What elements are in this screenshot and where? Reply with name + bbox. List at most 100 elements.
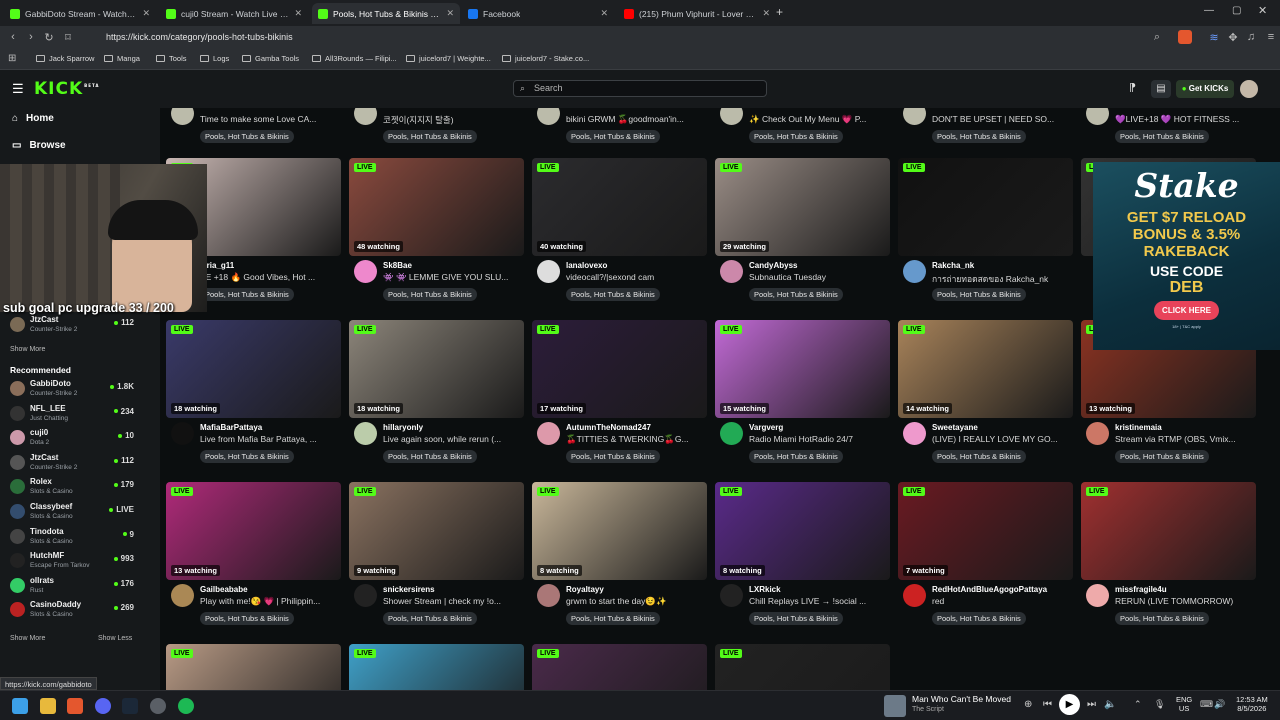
kick-logo[interactable]: KICKBETA xyxy=(34,79,99,99)
bookmark-item[interactable]: juicelord7 - Stake.co... xyxy=(502,54,589,63)
streamer-name[interactable]: hillaryonly xyxy=(383,423,423,432)
stream-thumbnail[interactable]: LIVE 18 watching xyxy=(166,320,341,418)
tab-close-icon[interactable]: ✕ xyxy=(446,8,454,19)
stream-thumbnail[interactable]: LIVE xyxy=(898,158,1073,256)
streamer-avatar[interactable] xyxy=(903,584,926,607)
sidebar-channel[interactable]: HutchMF Escape From Tarkov 993 xyxy=(10,550,134,572)
search-input[interactable]: ⌕ Search xyxy=(513,80,767,97)
category-tag[interactable]: Pools, Hot Tubs & Bikinis xyxy=(200,130,294,143)
show-more-following[interactable]: Show More xyxy=(10,346,45,353)
category-tag[interactable]: Pools, Hot Tubs & Bikinis xyxy=(383,130,477,143)
category-tag[interactable]: Pools, Hot Tubs & Bikinis xyxy=(566,130,660,143)
stream-card[interactable]: LIVE xyxy=(166,644,341,690)
start-icon[interactable] xyxy=(12,698,28,714)
streamer-avatar[interactable] xyxy=(903,260,926,283)
tab-close-icon[interactable]: ✕ xyxy=(600,8,608,19)
stream-thumbnail[interactable]: LIVE 8 watching xyxy=(532,482,707,580)
category-tag[interactable]: Pools, Hot Tubs & Bikinis xyxy=(566,612,660,625)
streamer-avatar[interactable] xyxy=(720,584,743,607)
sidebar-channel[interactable]: JtzCast Counter-Strike 2 112 xyxy=(10,452,134,474)
stream-thumbnail[interactable]: LIVE 7 watching xyxy=(898,482,1073,580)
streamer-name[interactable]: Sweetayane xyxy=(932,423,978,432)
stream-card[interactable]: LIVE missfragile4u RERUN (LIVE TOMMORROW) P… xyxy=(1081,482,1256,642)
inbox-icon[interactable]: ▤ xyxy=(1151,80,1171,98)
stream-card[interactable]: LIVE 14 watching Sweetayane (LIVE) I REALLY… xyxy=(898,320,1073,480)
media-cast-icon[interactable]: ⊕ xyxy=(1024,699,1032,710)
stream-card[interactable]: LIVE xyxy=(349,644,524,690)
stream-card[interactable]: LIVE 29 watching CandyAbyss Subnautica Tues… xyxy=(715,158,890,318)
sidebar-channel[interactable]: NFL_LEE Just Chatting 234 xyxy=(10,403,134,425)
category-tag[interactable]: Pools, Hot Tubs & Bikinis xyxy=(200,288,294,301)
streamer-avatar[interactable] xyxy=(354,260,377,283)
url-input[interactable]: https://kick.com/category/pools-hot-tubs… xyxy=(90,29,1170,45)
stream-thumbnail[interactable]: LIVE xyxy=(166,644,341,690)
play-pause-icon[interactable]: ▶ xyxy=(1059,694,1080,715)
streamer-avatar[interactable] xyxy=(903,422,926,445)
show-less-recommended[interactable]: Show Less xyxy=(98,635,132,642)
apps-grid-icon[interactable]: ⊞ xyxy=(8,53,16,64)
stream-thumbnail[interactable]: LIVE 48 watching xyxy=(349,158,524,256)
stream-thumbnail[interactable]: LIVE xyxy=(349,644,524,690)
brave-browser-icon[interactable] xyxy=(67,698,83,714)
extensions-puzzle-icon[interactable]: ✥ xyxy=(1224,31,1242,44)
sidebar-channel[interactable]: Tinodota Slots & Casino 9 xyxy=(10,526,134,548)
media-icon[interactable]: ♫ xyxy=(1242,31,1260,43)
reload-icon[interactable]: ↻ xyxy=(40,31,58,44)
tab-close-icon[interactable]: ✕ xyxy=(294,8,302,19)
bookmark-item[interactable]: Manga xyxy=(104,54,140,63)
category-tag[interactable]: Pools, Hot Tubs & Bikinis xyxy=(932,612,1026,625)
stream-thumbnail[interactable]: LIVE 18 watching xyxy=(349,320,524,418)
category-tag[interactable]: Pools, Hot Tubs & Bikinis xyxy=(200,450,294,463)
spotify-icon[interactable] xyxy=(178,698,194,714)
browser-tab[interactable]: GabbiDoto Stream - Watch Live o ✕ xyxy=(4,3,156,24)
streamer-name[interactable]: Sk8Bae xyxy=(383,261,412,270)
discord-icon[interactable] xyxy=(95,698,111,714)
stream-card[interactable]: LIVE xyxy=(715,644,890,690)
streamer-avatar[interactable] xyxy=(720,422,743,445)
streamer-name[interactable]: CandyAbyss xyxy=(749,261,797,270)
tab-close-icon[interactable]: ✕ xyxy=(142,8,150,19)
menu-icon[interactable]: ≡ xyxy=(1262,31,1280,43)
category-tag[interactable]: Pools, Hot Tubs & Bikinis xyxy=(566,288,660,301)
stake-ad-overlay[interactable]: Stake GET $7 RELOAD BONUS & 3.5% RAKEBAC… xyxy=(1093,162,1280,350)
streamer-avatar[interactable] xyxy=(537,422,560,445)
tab-close-icon[interactable]: ✕ xyxy=(762,8,770,19)
brave-shield-icon[interactable] xyxy=(1178,30,1192,44)
stream-card-meta[interactable]: DON'T BE UPSET | NEED SO... Pools, Hot Tu… xyxy=(898,108,1073,143)
category-tag[interactable]: Pools, Hot Tubs & Bikinis xyxy=(749,612,843,625)
previous-track-icon[interactable]: ⏮ xyxy=(1043,699,1052,710)
stream-thumbnail[interactable]: LIVE 17 watching xyxy=(532,320,707,418)
stream-card[interactable]: LIVE 48 watching Sk8Bae 👾 👾 LEMME GIVE YOU … xyxy=(349,158,524,318)
streamer-avatar[interactable] xyxy=(171,584,194,607)
bookmark-item[interactable]: All3Rounds — Filipi... xyxy=(312,54,397,63)
streamer-name[interactable]: Gailbeababe xyxy=(200,585,248,594)
stream-thumbnail[interactable]: LIVE 9 watching xyxy=(349,482,524,580)
streamer-name[interactable]: snickersirens xyxy=(383,585,435,594)
category-tag[interactable]: Pools, Hot Tubs & Bikinis xyxy=(932,288,1026,301)
stream-thumbnail[interactable]: LIVE 40 watching xyxy=(532,158,707,256)
stream-thumbnail[interactable]: LIVE 15 watching xyxy=(715,320,890,418)
stream-card-meta[interactable]: ✨ Check Out My Menu 💗 P... Pools, Hot Tub… xyxy=(715,108,890,143)
speaker-icon[interactable]: 🔊 xyxy=(1214,699,1225,710)
extension-icon[interactable]: ≋ xyxy=(1205,31,1223,44)
ad-click-here-button[interactable]: CLICK HERE xyxy=(1154,301,1219,320)
network-icon[interactable]: ⌨ xyxy=(1200,699,1213,710)
stream-card[interactable]: LIVE 18 watching hillaryonly Live again soo… xyxy=(349,320,524,480)
streamer-avatar[interactable] xyxy=(171,422,194,445)
stream-card[interactable]: LIVE 18 watching MafiaBarPattaya Live from … xyxy=(166,320,341,480)
bookmark-icon[interactable]: ⌑ xyxy=(59,31,77,44)
bookmark-item[interactable]: Jack Sparrow xyxy=(36,54,94,63)
steam-icon[interactable] xyxy=(122,698,138,714)
streamer-avatar[interactable] xyxy=(537,584,560,607)
stream-thumbnail[interactable]: LIVE 14 watching xyxy=(898,320,1073,418)
streamer-avatar[interactable] xyxy=(1086,422,1109,445)
browser-tab[interactable]: cuji0 Stream - Watch Live on Kick ✕ xyxy=(160,3,308,24)
category-tag[interactable]: Pools, Hot Tubs & Bikinis xyxy=(749,450,843,463)
streamer-name[interactable]: RedHotAndBlueAgogoPattaya xyxy=(932,585,1047,594)
streamer-name[interactable]: missfragile4u xyxy=(1115,585,1167,594)
sidebar-item-home[interactable]: ⌂ Home xyxy=(12,113,54,124)
streamer-name[interactable]: AutumnTheNomad247 xyxy=(566,423,651,432)
get-kicks-button[interactable]: ● Get KICKs xyxy=(1176,80,1234,98)
back-icon[interactable]: ‹ xyxy=(4,31,22,43)
show-more-recommended[interactable]: Show More xyxy=(10,635,45,642)
